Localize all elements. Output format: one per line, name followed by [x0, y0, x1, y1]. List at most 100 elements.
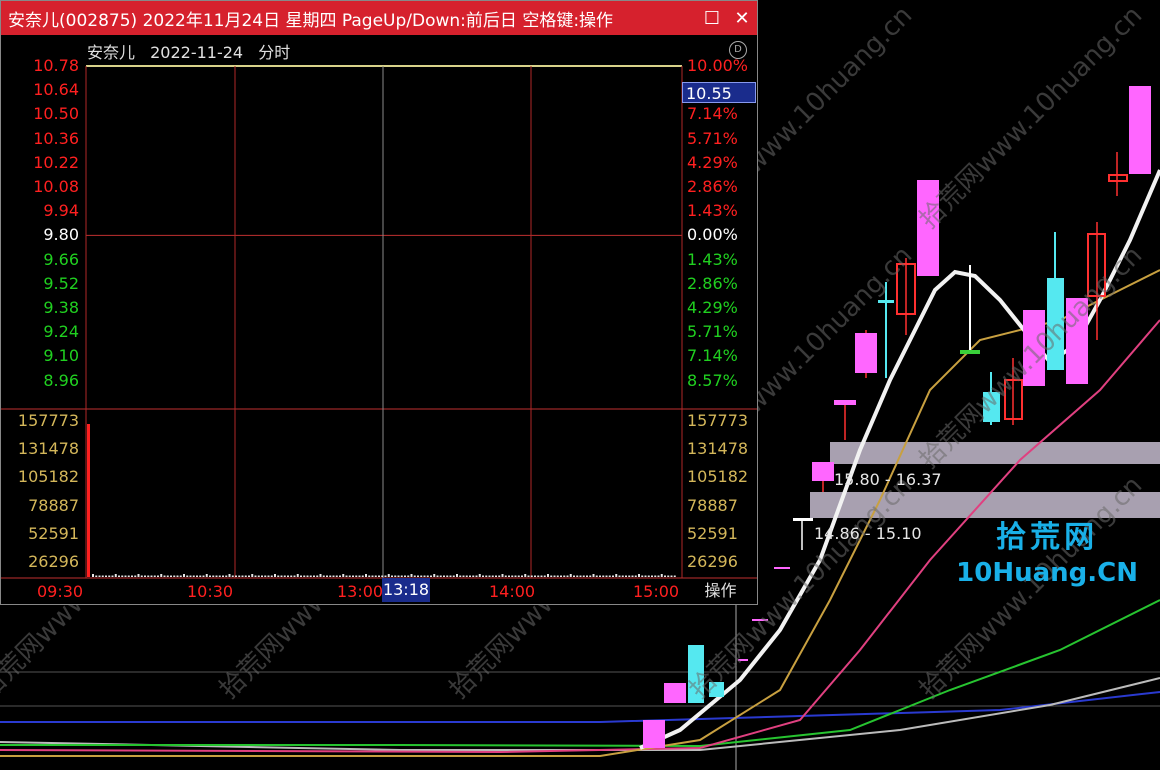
- volume-bar: [345, 575, 348, 577]
- time-tick-label: 10:30: [187, 582, 234, 601]
- volume-bar: [547, 574, 549, 577]
- volume-bar: [189, 575, 192, 577]
- volume-bar: [621, 575, 624, 577]
- volume-bar: [222, 575, 224, 577]
- pct-tick-label: 2.86%: [687, 273, 738, 293]
- watermark-text: 拾荒网www.10huang.cn: [914, 0, 1149, 235]
- volume-bar: [264, 575, 267, 577]
- ma-line-blue: [0, 691, 1160, 723]
- volume-bar: [114, 574, 117, 577]
- volume-bar: [306, 575, 309, 577]
- volume-bar: [511, 575, 514, 577]
- volume-bar: [196, 575, 198, 577]
- candle-bottom-2: [664, 683, 686, 703]
- volume-bar: [605, 575, 608, 577]
- volume-bar: [537, 575, 540, 577]
- maximize-button[interactable]: ☐: [697, 8, 727, 29]
- candle-1: [793, 518, 813, 521]
- price-tick-label: 10.64: [33, 80, 79, 100]
- volume-bar: [527, 575, 530, 577]
- volume-bar: [166, 575, 169, 577]
- intraday-popup-window[interactable]: 安奈儿(002875) 2022年11月24日 星期四 PageUp/Down:…: [0, 0, 758, 605]
- volume-bar: [475, 575, 478, 577]
- volume-bar: [550, 575, 553, 577]
- volume-bar: [261, 575, 263, 577]
- price-tick-label: 9.10: [43, 346, 79, 366]
- volume-bar: [394, 575, 397, 577]
- price-tick-label: 10.36: [33, 128, 79, 148]
- volume-bar: [573, 575, 575, 577]
- volume-bar: [368, 575, 371, 577]
- volume-tick-label-left: 157773: [17, 411, 79, 430]
- volume-bar: [654, 575, 657, 577]
- cursor-time-box: 13:18: [382, 578, 430, 602]
- volume-bar: [144, 575, 146, 577]
- candle-8: [960, 350, 980, 354]
- volume-bar: [134, 575, 137, 577]
- volume-bar: [504, 575, 507, 577]
- volume-bar: [608, 575, 611, 577]
- candle-4: [855, 333, 877, 373]
- volume-bar: [173, 575, 176, 577]
- volume-bar: [170, 575, 172, 577]
- volume-bar: [267, 575, 270, 577]
- price-tick-label: 10.22: [33, 152, 79, 172]
- price-tick-label: 9.24: [43, 322, 79, 342]
- zone-label-lower: 14.86 - 15.10: [814, 524, 922, 543]
- volume-bar: [235, 575, 237, 577]
- volume-bar: [105, 575, 107, 577]
- pct-tick-label: 1.43%: [687, 201, 738, 221]
- volume-bar: [313, 575, 315, 577]
- volume-bar: [212, 575, 215, 577]
- volume-tick-label-left: 78887: [28, 495, 79, 515]
- volume-bar: [592, 574, 595, 577]
- volume-bar: [183, 574, 185, 577]
- volume-bar: [332, 575, 335, 577]
- volume-bar: [495, 575, 497, 577]
- pct-tick-label: 4.29%: [687, 298, 738, 317]
- volume-bar: [582, 575, 585, 577]
- volume-bar: [469, 575, 471, 577]
- volume-tick-label-right: 78887: [687, 495, 738, 515]
- volume-bar: [254, 575, 257, 577]
- volume-bar: [335, 575, 338, 577]
- volume-bar: [218, 575, 221, 577]
- volume-bar: [488, 575, 491, 577]
- price-tick-label: 9.80: [43, 225, 79, 245]
- pct-tick-label: 5.71%: [687, 322, 738, 342]
- volume-bar: [602, 575, 605, 577]
- volume-bar: [524, 574, 527, 577]
- volume-bar: [140, 575, 143, 577]
- volume-bar: [238, 575, 241, 577]
- volume-bar: [579, 575, 582, 577]
- close-button[interactable]: ✕: [727, 8, 757, 29]
- pct-tick-label: 7.14%: [687, 104, 738, 124]
- volume-bar: [101, 575, 104, 577]
- operate-button[interactable]: 操作: [684, 578, 757, 604]
- volume-bar: [423, 575, 426, 577]
- volume-tick-label-right: 52591: [687, 523, 738, 543]
- volume-bar: [449, 575, 452, 577]
- volume-bar: [296, 574, 299, 577]
- popup-titlebar[interactable]: 安奈儿(002875) 2022年11月24日 星期四 PageUp/Down:…: [1, 1, 757, 35]
- volume-bar: [566, 575, 569, 577]
- popup-title: 安奈儿(002875) 2022年11月24日 星期四 PageUp/Down:…: [8, 10, 614, 31]
- volume-tick-label-left: 52591: [28, 523, 79, 543]
- volume-bar: [248, 575, 250, 577]
- volume-bar: [205, 574, 208, 577]
- brand-cn: 拾荒网: [996, 520, 1099, 555]
- volume-bar: [378, 575, 380, 577]
- volume-bar: [365, 574, 367, 577]
- volume-bar: [530, 575, 533, 577]
- volume-bar: [400, 575, 403, 577]
- volume-bar: [241, 575, 244, 577]
- pct-tick-label: 5.71%: [687, 128, 738, 148]
- volume-bar: [514, 575, 517, 577]
- volume-bar: [599, 575, 601, 577]
- volume-bar: [433, 574, 436, 577]
- candle-16: [1129, 86, 1151, 174]
- volume-bar: [485, 575, 488, 577]
- volume-bar: [355, 575, 358, 577]
- volume-bar: [397, 575, 400, 577]
- volume-bar: [283, 575, 286, 577]
